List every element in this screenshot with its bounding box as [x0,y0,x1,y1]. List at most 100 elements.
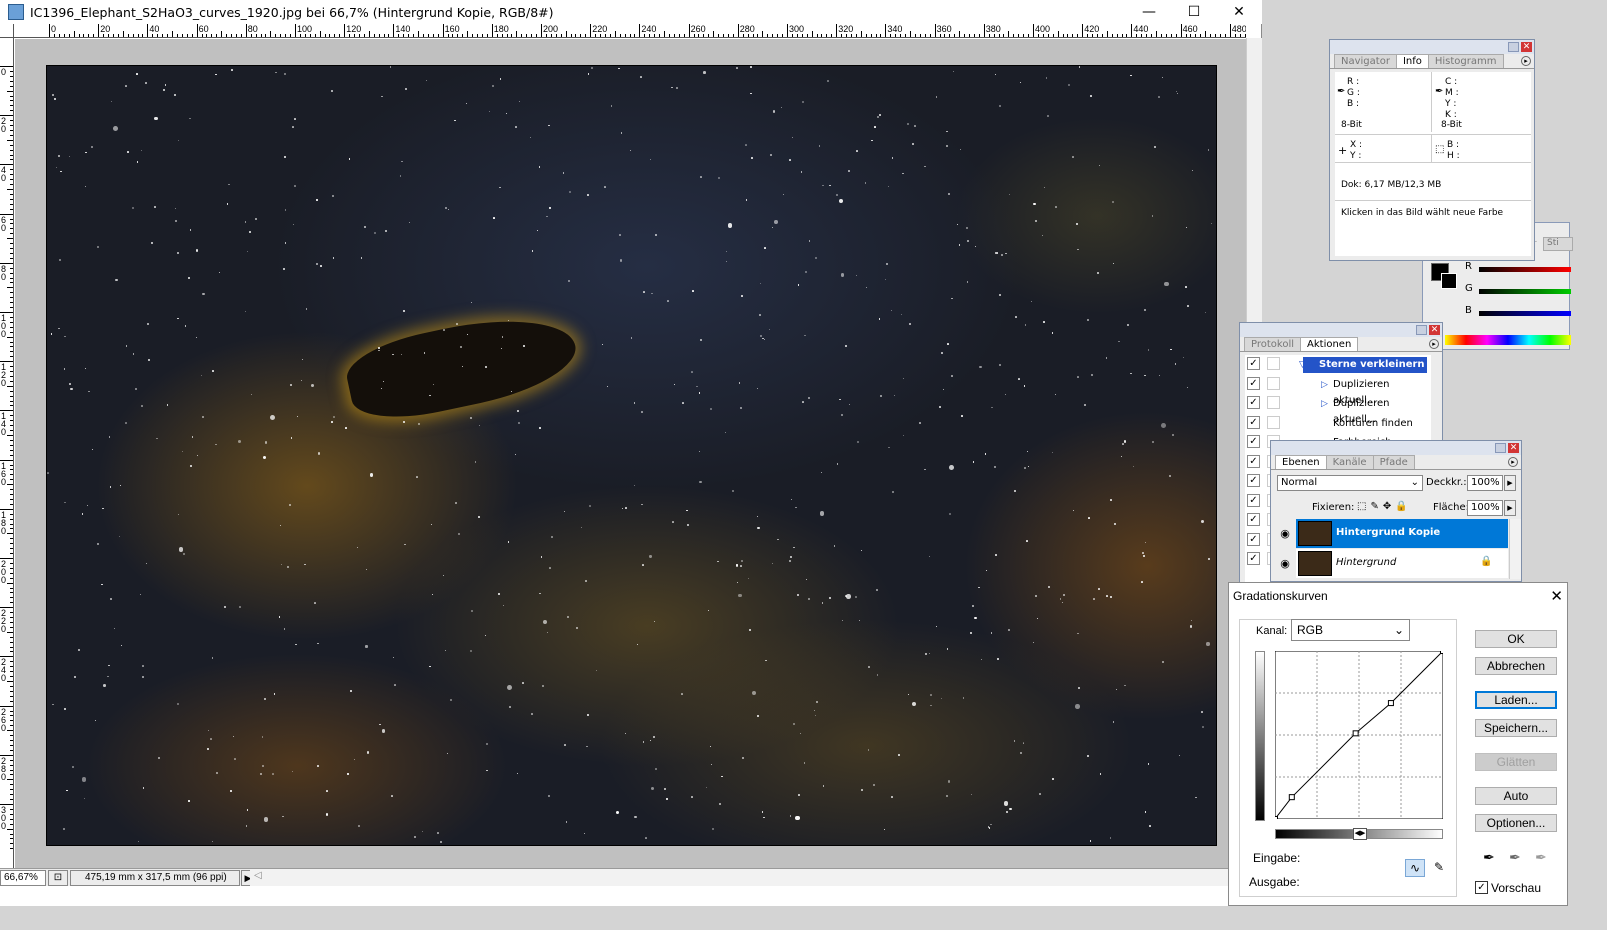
info-minimize-button[interactable] [1508,42,1519,52]
curve-control-point[interactable] [1440,651,1444,654]
action-step-item[interactable]: Konturen finden [1319,416,1427,432]
info-close-button[interactable]: ✕ [1521,42,1532,52]
action-toggle-checkbox[interactable]: ✓ [1247,513,1260,526]
preview-checkbox[interactable]: ✓ [1475,881,1488,894]
tab-ebenen[interactable]: Ebenen [1275,455,1327,469]
gray-eyedropper-icon[interactable]: ✒ [1509,849,1521,866]
layers-menu-icon[interactable]: ▸ [1508,457,1518,467]
color-ramp[interactable] [1445,335,1571,345]
action-toggle-checkbox[interactable]: ✓ [1247,552,1260,565]
layer-row[interactable]: ◉ Hintergrund 🔒 [1274,549,1508,578]
action-toggle-checkbox[interactable]: ✓ [1247,376,1260,390]
gradient-toggle-icon[interactable]: ◀▶ [1353,828,1367,840]
minimize-button[interactable]: — [1126,0,1172,24]
scroll-left-icon[interactable]: ◁ [254,870,262,881]
action-step-item[interactable]: ▷ Duplizieren aktuell... [1319,396,1427,425]
auto-button[interactable]: Auto [1475,787,1557,805]
load-button[interactable]: Laden... [1475,691,1557,709]
action-toggle-checkbox[interactable]: ✓ [1247,454,1260,468]
smooth-button[interactable]: Glätten [1475,753,1557,771]
curve-graph[interactable] [1275,651,1443,819]
blend-mode-select[interactable]: Normal ⌄ [1277,475,1423,491]
vertical-ruler[interactable]: 0 20 40 60 80 100 120 140 160 180 200 220 240 260 280 3… [0,38,14,868]
channel-select[interactable]: RGB ⌄ [1291,619,1410,641]
tab-navigator[interactable]: Navigator [1334,54,1397,68]
curve-tool-icon[interactable]: ∿ [1405,859,1425,877]
close-button[interactable]: ✕ [1216,0,1262,24]
star [178,546,184,552]
layers-scrollbar[interactable] [1509,519,1521,579]
tab-protokoll[interactable]: Protokoll [1244,337,1302,351]
options-button[interactable]: Optionen... [1475,814,1557,832]
horizontal-scrollbar[interactable]: ◁ [250,868,1262,886]
zoom-field[interactable]: 66,67% [0,869,46,886]
action-toggle-checkbox[interactable]: ✓ [1247,415,1260,429]
star [145,81,147,84]
layers-close-button[interactable]: ✕ [1508,443,1519,453]
white-eyedropper-icon[interactable]: ✒ [1535,849,1547,866]
status-icon[interactable]: ⊡ [48,869,68,886]
tab-kanaele[interactable]: Kanäle [1325,455,1374,469]
opacity-arrow-icon[interactable]: ▶ [1504,475,1516,491]
visibility-eye-icon[interactable]: ◉ [1274,549,1296,578]
actions-close-button[interactable]: ✕ [1429,325,1440,335]
blue-slider[interactable] [1479,311,1571,316]
background-color-swatch[interactable] [1441,273,1457,289]
curve-control-point[interactable] [1387,700,1394,707]
curve-control-point[interactable] [1352,730,1359,737]
opacity-field[interactable]: 100% [1467,475,1503,491]
title-bar[interactable]: IC1396_Elephant_S2HaO3_curves_1920.jpg b… [0,0,1262,24]
black-eyedropper-icon[interactable]: ✒ [1483,849,1495,866]
action-toggle-checkbox[interactable]: ✓ [1247,357,1260,370]
document-image[interactable] [46,65,1217,846]
action-toggle-checkbox[interactable]: ✓ [1247,474,1260,487]
curves-close-button[interactable]: ✕ [1550,587,1563,605]
layer-row-selected[interactable]: ◉ Hintergrund Kopie [1274,519,1508,548]
star [935,96,938,98]
fill-field[interactable]: 100% [1467,500,1503,516]
action-toggle-checkbox[interactable]: ✓ [1247,396,1260,409]
styles-tab-partial[interactable]: Sti [1543,237,1573,251]
tab-pfade[interactable]: Pfade [1372,455,1415,469]
tab-info[interactable]: Info [1395,54,1429,68]
actions-minimize-button[interactable] [1416,325,1427,335]
pencil-tool-icon[interactable]: ✎ [1429,859,1449,877]
ruler-label: 460 [1182,24,1198,34]
tab-histogramm[interactable]: Histogramm [1427,54,1504,68]
action-toggle-checkbox[interactable]: ✓ [1247,435,1260,448]
ok-button[interactable]: OK [1475,630,1557,648]
star [890,309,892,312]
star [284,209,286,211]
star [508,541,510,543]
layers-palette: ✕ Ebenen Kanäle Pfade ▸ Normal ⌄ Deckkr.:… [1270,440,1522,582]
layer-name[interactable]: Hintergrund Kopie [1336,527,1440,538]
layer-name[interactable]: Hintergrund [1336,557,1396,568]
action-step-item[interactable]: ▷ Duplizieren aktuell... [1319,377,1427,406]
maximize-button[interactable]: ☐ [1171,0,1217,24]
star [1072,509,1075,512]
dialog-toggle-box[interactable] [1267,376,1280,390]
tab-aktionen[interactable]: Aktionen [1300,337,1359,351]
horizontal-ruler[interactable]: 0 20 40 60 80 100 120 140 160 180 200 220 240 260 280 3… [14,24,1246,38]
dialog-toggle-box[interactable] [1267,357,1280,370]
star [409,221,411,223]
curve-control-point[interactable] [1275,816,1278,820]
save-button[interactable]: Speichern... [1475,719,1557,737]
layers-minimize-button[interactable] [1495,443,1506,453]
dialog-toggle-box[interactable] [1267,396,1280,409]
ruler-origin[interactable] [0,24,14,38]
action-toggle-checkbox[interactable]: ✓ [1247,493,1260,507]
actions-menu-icon[interactable]: ▸ [1429,339,1439,349]
green-slider[interactable] [1479,289,1571,294]
dialog-toggle-box[interactable] [1267,415,1280,429]
cancel-button[interactable]: Abbrechen [1475,657,1557,675]
visibility-eye-icon[interactable]: ◉ [1274,519,1296,548]
info-menu-icon[interactable]: ▸ [1521,56,1531,66]
action-toggle-checkbox[interactable]: ✓ [1247,532,1260,546]
star [794,815,800,821]
action-set-item[interactable]: ▽ Sterne verkleinern [1299,357,1427,373]
red-slider[interactable] [1479,267,1571,272]
fill-arrow-icon[interactable]: ▶ [1504,500,1516,516]
curve-control-point[interactable] [1288,794,1295,801]
lock-icons[interactable]: ⬚✎✥🔒 [1357,501,1412,512]
